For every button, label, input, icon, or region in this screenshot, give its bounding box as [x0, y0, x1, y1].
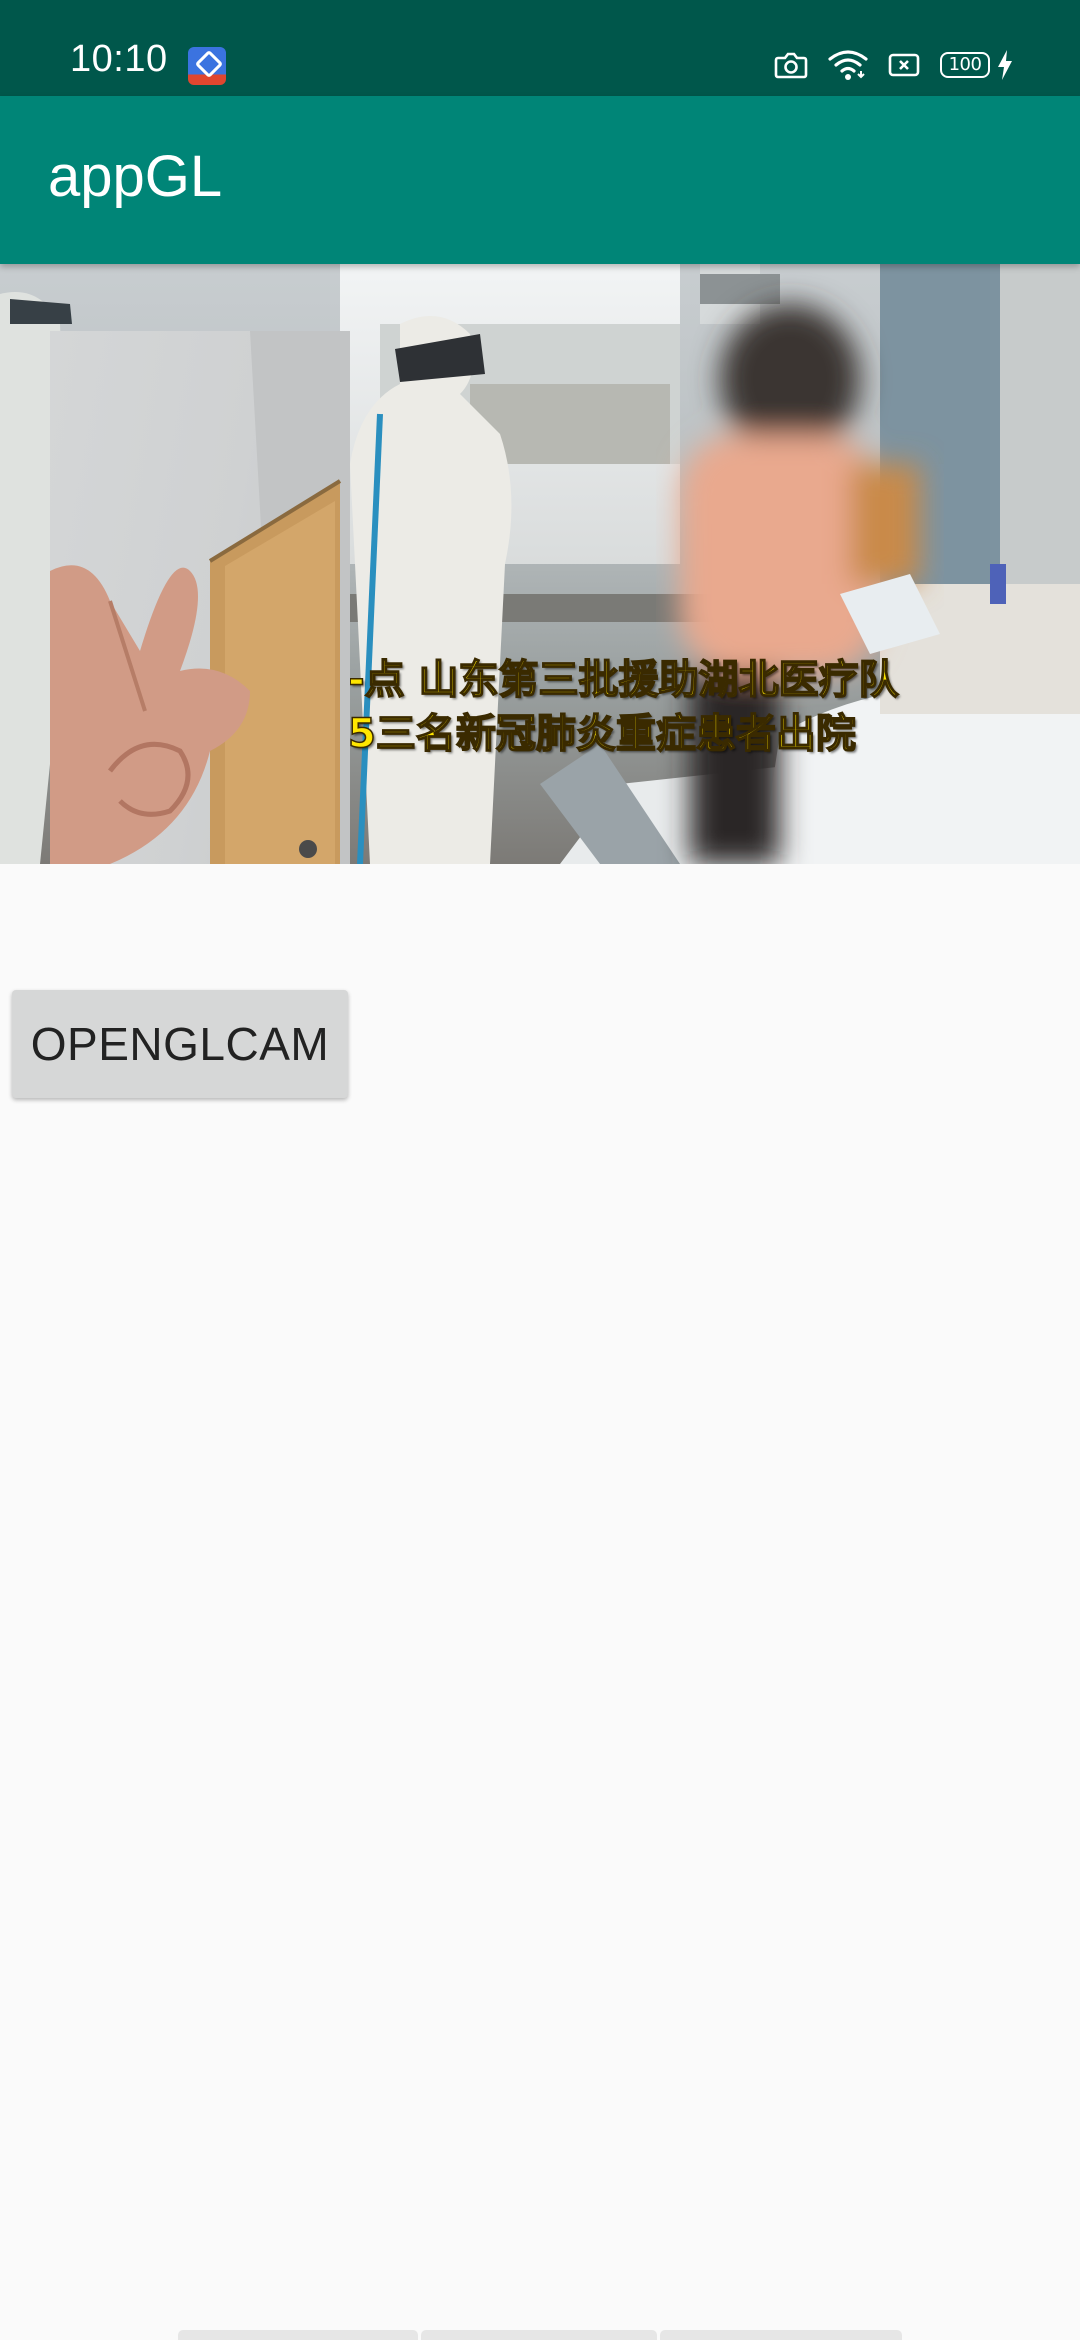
video-caption-line2: 5三名新冠肺炎重症患者出院: [347, 711, 856, 757]
camera-icon: [774, 50, 808, 80]
nav-hint-left: [178, 2330, 418, 2340]
charging-icon: [996, 49, 1014, 81]
video-caption-line1: -点 山东第三批援助湖北医疗队: [347, 657, 899, 703]
wifi-icon: [828, 49, 868, 81]
app-bar: appGL: [0, 96, 1080, 264]
status-bar: 10:10 100: [0, 0, 1080, 96]
battery-icon: 100: [940, 52, 990, 78]
nav-hint-right: [660, 2330, 902, 2340]
status-time: 10:10: [70, 38, 168, 80]
no-sim-icon: [888, 52, 920, 78]
app-notification-icon: [188, 47, 226, 85]
nav-hint-center: [421, 2330, 657, 2340]
camera-preview: [50, 331, 350, 864]
app-title: appGL: [48, 144, 223, 209]
gl-video-surface: -点 山东第三批援助湖北医疗队 5三名新冠肺炎重症患者出院: [0, 264, 1080, 864]
camera-preview-image: [50, 331, 350, 864]
openglcam-button[interactable]: OPENGLCAM: [12, 990, 348, 1098]
status-icons: 100: [774, 46, 1014, 84]
battery-level: 100: [948, 54, 982, 75]
